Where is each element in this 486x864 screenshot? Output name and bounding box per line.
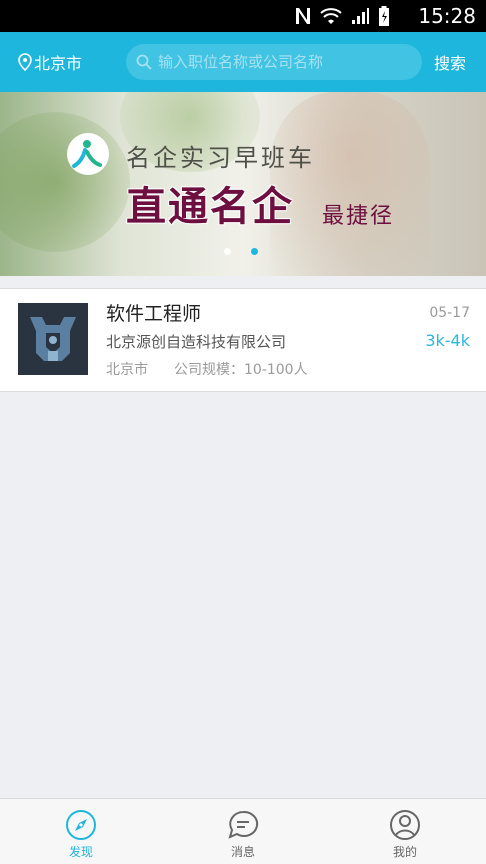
banner-decoration [0, 112, 130, 252]
search-box[interactable] [126, 44, 422, 80]
salary: 3k-4k [425, 331, 470, 350]
status-icons [294, 5, 390, 27]
nav-messages-label: 消息 [230, 845, 255, 859]
nav-profile-label: 我的 [392, 845, 417, 859]
banner-slogan-suffix: 最捷径 [322, 204, 395, 229]
app-logo-icon [67, 133, 109, 175]
status-time: 15:28 [418, 4, 476, 28]
banner-pagination [224, 248, 258, 255]
pagination-dot-active[interactable] [251, 248, 258, 255]
banner-headline: 名企实习早班车 [126, 144, 315, 172]
job-title: 软件工程师 [106, 303, 202, 325]
company-size: 公司规模：10-100人 [174, 362, 308, 378]
nav-profile[interactable]: 我的 [324, 799, 486, 864]
pagination-dot[interactable] [224, 248, 231, 255]
message-icon [228, 810, 259, 839]
city-selector[interactable]: 北京市 [18, 50, 82, 74]
nfc-icon [296, 8, 310, 24]
wrench-gear-icon [18, 303, 88, 375]
nav-discover[interactable]: 发现 [0, 799, 162, 864]
battery-icon [379, 6, 389, 26]
job-location: 北京市 [106, 362, 148, 378]
status-bar: 15:28 [0, 0, 486, 32]
banner-slogan: 直通名企 [126, 184, 294, 230]
wifi-icon [320, 8, 342, 24]
search-icon [136, 54, 152, 70]
signal-icon [352, 8, 369, 24]
post-date: 05-17 [429, 305, 470, 321]
profile-icon [390, 810, 420, 840]
banner[interactable]: 名企实习早班车 直通名企 最捷径 [0, 92, 486, 276]
job-list-item[interactable]: 软件工程师 北京源创自造科技有限公司 北京市 公司规模：10-100人 05-1… [0, 288, 486, 392]
search-input[interactable] [158, 53, 408, 71]
location-pin-icon [18, 53, 32, 71]
nav-discover-label: 发现 [68, 845, 93, 859]
nav-messages[interactable]: 消息 [162, 799, 324, 864]
company-name: 北京源创自造科技有限公司 [106, 333, 287, 351]
city-label: 北京市 [34, 54, 83, 73]
bottom-nav: 发现 消息 我的 [0, 798, 486, 864]
company-logo [18, 303, 88, 375]
compass-icon [66, 810, 96, 840]
top-bar: 北京市 搜索 [0, 32, 486, 92]
banner-person [270, 92, 430, 276]
search-button[interactable]: 搜索 [434, 50, 466, 74]
